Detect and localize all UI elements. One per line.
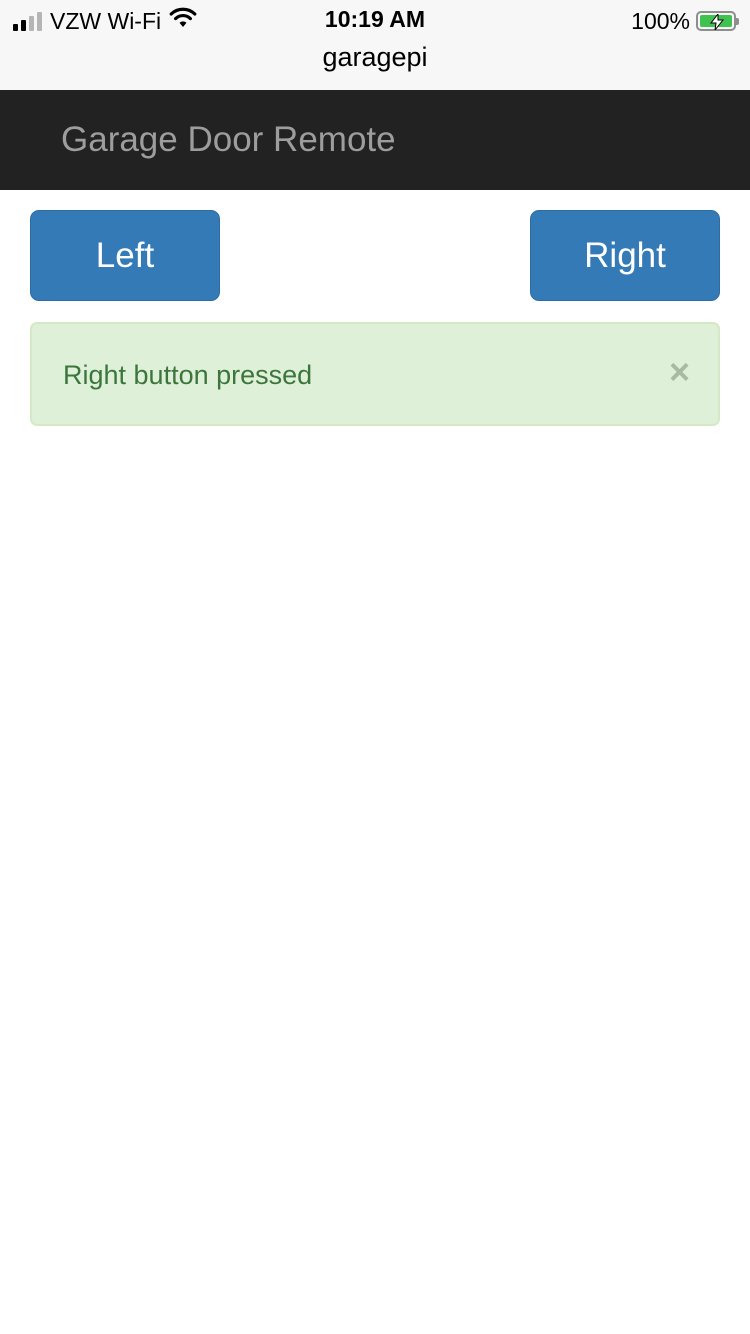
navbar-brand[interactable]: Garage Door Remote: [61, 120, 396, 160]
status-right: 100%: [631, 7, 739, 35]
alert-message: Right button pressed: [63, 360, 313, 390]
navbar: Garage Door Remote: [0, 90, 750, 190]
right-door-button[interactable]: Right: [530, 210, 720, 301]
close-icon[interactable]: ×: [669, 354, 690, 390]
browser-page-title: garagepi: [322, 42, 428, 72]
battery-percent: 100%: [631, 7, 690, 34]
left-door-button[interactable]: Left: [30, 210, 220, 301]
success-alert: Right button pressed ×: [30, 322, 720, 426]
status-bar: VZW Wi-Fi 10:19 AM 100% garagepi: [0, 0, 750, 90]
battery-charging-icon: [696, 11, 739, 31]
